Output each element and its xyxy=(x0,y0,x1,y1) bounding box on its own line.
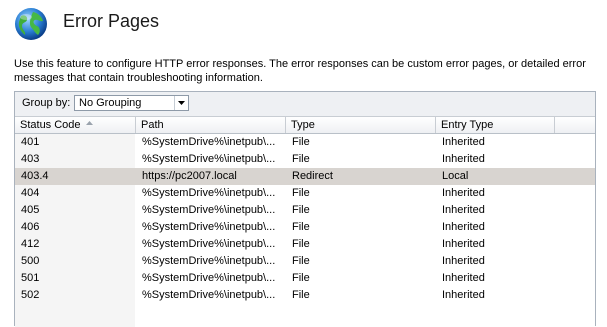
column-header-label: Entry Type xyxy=(441,119,494,131)
cell-entry-type: Local xyxy=(442,170,469,182)
cell-entry-type: Inherited xyxy=(442,204,485,216)
cell-status-code: 404 xyxy=(21,187,40,199)
cell-type: File xyxy=(292,255,310,267)
cell-entry-type: Inherited xyxy=(442,187,485,199)
group-by-select[interactable]: No Grouping xyxy=(74,95,189,111)
cell-entry-type: Inherited xyxy=(442,221,485,233)
table-header: Status Code Path Type Entry Type xyxy=(15,117,595,134)
cell-status-code: 406 xyxy=(21,221,40,233)
table-row[interactable]: 502 %SystemDrive%\inetpub\... File Inher… xyxy=(15,287,595,304)
cell-entry-type: Inherited xyxy=(442,238,485,250)
table-row[interactable]: 403 %SystemDrive%\inetpub\... File Inher… xyxy=(15,151,595,168)
table-row[interactable]: 501 %SystemDrive%\inetpub\... File Inher… xyxy=(15,270,595,287)
cell-path: %SystemDrive%\inetpub\... xyxy=(142,255,276,267)
table-row[interactable]: 406 %SystemDrive%\inetpub\... File Inher… xyxy=(15,219,595,236)
cell-path: %SystemDrive%\inetpub\... xyxy=(142,238,276,250)
cell-path: %SystemDrive%\inetpub\... xyxy=(142,153,276,165)
table-row[interactable]: 401 %SystemDrive%\inetpub\... File Inher… xyxy=(15,134,595,151)
cell-type: File xyxy=(292,136,310,148)
cell-path: %SystemDrive%\inetpub\... xyxy=(142,221,276,233)
cell-status-code: 501 xyxy=(21,272,40,284)
cell-type: File xyxy=(292,289,310,301)
column-header-entry-type[interactable]: Entry Type xyxy=(436,117,555,133)
cell-type: File xyxy=(292,204,310,216)
cell-type: File xyxy=(292,153,310,165)
column-header-label: Path xyxy=(141,119,164,131)
cell-entry-type: Inherited xyxy=(442,289,485,301)
table-row[interactable]: 500 %SystemDrive%\inetpub\... File Inher… xyxy=(15,253,595,270)
cell-path: %SystemDrive%\inetpub\... xyxy=(142,187,276,199)
cell-type: File xyxy=(292,272,310,284)
cell-path: %SystemDrive%\inetpub\... xyxy=(142,289,276,301)
cell-status-code: 405 xyxy=(21,204,40,216)
cell-status-code: 502 xyxy=(21,289,40,301)
table-row[interactable]: 405 %SystemDrive%\inetpub\... File Inher… xyxy=(15,202,595,219)
page-description: Use this feature to configure HTTP error… xyxy=(14,58,586,84)
table-row[interactable]: 404 %SystemDrive%\inetpub\... File Inher… xyxy=(15,185,595,202)
cell-status-code: 403 xyxy=(21,153,40,165)
cell-path: %SystemDrive%\inetpub\... xyxy=(142,272,276,284)
cell-entry-type: Inherited xyxy=(442,136,485,148)
cell-status-code: 403.4 xyxy=(21,170,49,182)
cell-entry-type: Inherited xyxy=(442,255,485,267)
group-by-value: No Grouping xyxy=(79,97,142,109)
cell-type: File xyxy=(292,238,310,250)
column-header-label: Status Code xyxy=(20,119,81,131)
column-header-path[interactable]: Path xyxy=(136,117,286,133)
chevron-down-icon xyxy=(178,101,185,105)
cell-path: %SystemDrive%\inetpub\... xyxy=(142,204,276,216)
cell-entry-type: Inherited xyxy=(442,153,485,165)
page-header: Error Pages xyxy=(0,0,607,52)
column-header-type[interactable]: Type xyxy=(286,117,436,133)
column-header-status-code[interactable]: Status Code xyxy=(15,117,136,133)
cell-status-code: 412 xyxy=(21,238,40,250)
table-row-selected[interactable]: 403.4 https://pc2007.local Redirect Loca… xyxy=(15,168,595,185)
cell-type: File xyxy=(292,187,310,199)
column-header-label: Type xyxy=(291,119,315,131)
group-by-dropdown-button[interactable] xyxy=(174,96,188,110)
cell-type: Redirect xyxy=(292,170,333,182)
table-row[interactable]: 412 %SystemDrive%\inetpub\... File Inher… xyxy=(15,236,595,253)
cell-status-code: 500 xyxy=(21,255,40,267)
group-by-toolbar: Group by: No Grouping xyxy=(15,92,595,117)
cell-status-code: 401 xyxy=(21,136,40,148)
cell-entry-type: Inherited xyxy=(442,272,485,284)
page-title: Error Pages xyxy=(63,11,160,31)
error-pages-panel: Group by: No Grouping Status Code Path T… xyxy=(14,91,596,327)
cell-type: File xyxy=(292,221,310,233)
group-by-label: Group by: xyxy=(22,97,71,109)
sort-ascending-icon xyxy=(86,121,93,125)
cell-path: https://pc2007.local xyxy=(142,170,237,182)
cell-path: %SystemDrive%\inetpub\... xyxy=(142,136,276,148)
globe-icon xyxy=(15,8,47,40)
